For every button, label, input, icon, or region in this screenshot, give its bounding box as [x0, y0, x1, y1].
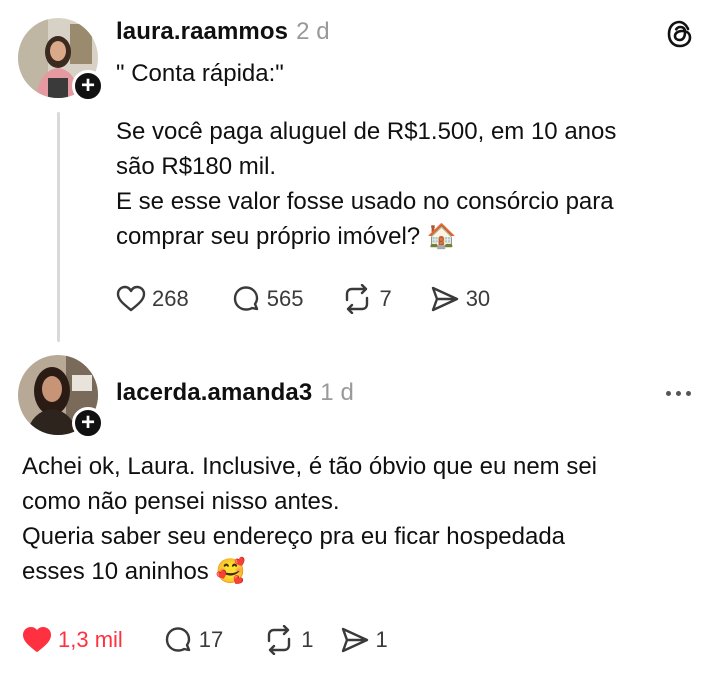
repost-button[interactable]: 1 [263, 625, 314, 655]
reply-body: Achei ok, Laura. Inclusive, é tão óbvio … [22, 449, 597, 589]
reply-count: 17 [198, 627, 224, 652]
heart-filled-icon [23, 627, 51, 652]
repost-count: 7 [379, 286, 392, 311]
repost-count: 1 [301, 627, 314, 652]
repost-button[interactable]: 7 [341, 284, 392, 314]
comment-icon [233, 286, 258, 311]
thread-line [57, 112, 60, 342]
threads-logo-icon[interactable] [664, 18, 696, 50]
reply-author-avatar[interactable]: + [18, 355, 104, 439]
username-text[interactable]: laura.raammos [116, 18, 288, 45]
reply-username[interactable]: lacerda.amanda3 1 d [116, 379, 354, 407]
original-post: + laura.raammos 2 d " Conta rápida:" Se v… [0, 0, 720, 345]
post-line: comprar seu próprio imóvel? 🏠 [116, 223, 457, 250]
reply-post: + lacerda.amanda3 1 d Achei ok, Laura. In… [0, 345, 720, 679]
share-count: 30 [465, 286, 491, 311]
reply-actions: 1,3 mil 17 1 1 [22, 625, 388, 655]
comment-icon [165, 627, 190, 652]
post-time: 2 d [296, 18, 330, 45]
post-username[interactable]: laura.raammos 2 d [116, 18, 330, 46]
heart-icon [116, 285, 146, 312]
post-line: são R$180 mil. [116, 153, 277, 180]
repost-icon [346, 284, 369, 314]
username-text[interactable]: lacerda.amanda3 [116, 379, 312, 406]
reply-line: esses 10 aninhos 🥰 [22, 558, 246, 585]
like-button[interactable]: 268 [116, 285, 189, 313]
post-line: E se esse valor fosse usado no consórcio… [116, 188, 614, 215]
reply-line: como não pensei nisso antes. [22, 488, 340, 515]
reply-count: 565 [266, 286, 304, 311]
like-count: 1,3 mil [58, 627, 123, 652]
post-actions: 268 565 7 30 [116, 284, 490, 314]
send-icon [341, 627, 368, 653]
reply-line: Queria saber seu endereço pra eu ficar h… [22, 523, 566, 550]
more-options-icon[interactable] [666, 391, 691, 396]
post-body: " Conta rápida:" Se você paga aluguel de… [116, 56, 616, 254]
post-line: " Conta rápida:" [116, 60, 284, 87]
follow-plus-icon[interactable]: + [72, 70, 104, 102]
like-count: 268 [152, 286, 189, 311]
follow-plus-icon[interactable]: + [72, 407, 104, 439]
send-icon [431, 286, 458, 312]
reply-line: Achei ok, Laura. Inclusive, é tão óbvio … [22, 453, 598, 480]
reply-button[interactable]: 565 [231, 284, 304, 314]
like-button[interactable]: 1,3 mil [22, 626, 123, 654]
author-avatar[interactable]: + [18, 18, 104, 102]
share-button[interactable]: 1 [340, 626, 388, 654]
post-line [116, 91, 616, 114]
reply-button[interactable]: 17 [163, 625, 223, 655]
share-count: 1 [375, 627, 388, 652]
repost-icon [268, 625, 291, 655]
reply-time: 1 d [320, 379, 354, 406]
post-line: Se você paga aluguel de R$1.500, em 10 a… [116, 118, 617, 145]
share-button[interactable]: 30 [430, 285, 490, 313]
